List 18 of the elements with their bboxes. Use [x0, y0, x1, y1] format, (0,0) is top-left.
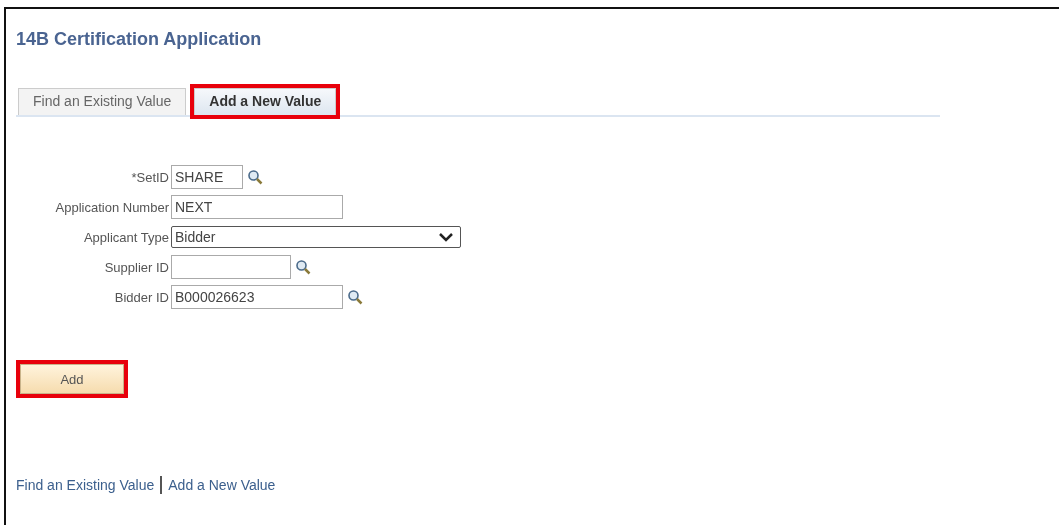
search-icon[interactable]: [347, 289, 363, 305]
link[interactable]: Find an Existing Value: [16, 477, 155, 493]
tab[interactable]: Find an Existing Value: [18, 88, 187, 115]
search-icon[interactable]: [247, 169, 263, 185]
input-field[interactable]: [171, 255, 291, 279]
field-label: Supplier ID: [103, 259, 170, 275]
input-field[interactable]: B000026623: [171, 285, 343, 309]
page-title: 14B Certification Application: [16, 29, 263, 50]
input-field[interactable]: NEXT: [171, 195, 343, 219]
chevron-icon: [438, 232, 454, 242]
field-label: *SetID: [130, 169, 170, 185]
field-label: Applicant Type: [82, 229, 170, 245]
link[interactable]: Add a New Value: [168, 477, 276, 493]
input-field[interactable]: SHARE: [171, 165, 243, 189]
search-icon[interactable]: [295, 259, 311, 275]
field-label: Bidder ID: [113, 289, 170, 305]
field-label: Application Number: [54, 199, 170, 215]
dropdown-field[interactable]: Bidder: [171, 226, 461, 248]
